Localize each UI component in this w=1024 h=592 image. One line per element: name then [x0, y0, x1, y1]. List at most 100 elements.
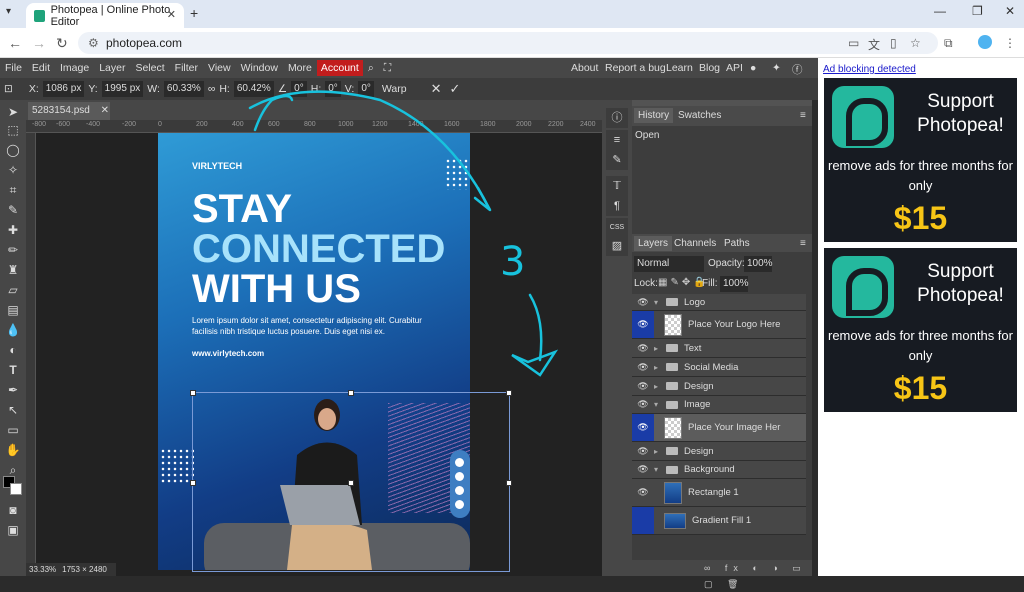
blend-mode-select[interactable]: Normal — [634, 256, 704, 272]
w-field[interactable]: 60.33% — [163, 81, 204, 97]
y-field[interactable]: 1995 px — [101, 81, 144, 97]
reload-icon[interactable]: ↻ — [56, 35, 68, 52]
layer-item[interactable]: Gradient Fill 1 — [632, 507, 806, 535]
menu-image[interactable]: Image — [55, 62, 94, 74]
healing-icon[interactable]: ✚ — [3, 222, 23, 239]
eraser-tool-icon[interactable]: ▱ — [3, 282, 23, 299]
type-tool-icon[interactable]: T — [3, 362, 23, 379]
transform-center-handle[interactable] — [348, 480, 354, 486]
transform-handle[interactable] — [190, 390, 196, 396]
facebook-icon[interactable]: ⓕ — [792, 62, 803, 77]
minimize-button[interactable]: — — [934, 4, 946, 18]
blur-tool-icon[interactable]: 💧 — [3, 322, 23, 339]
layers-menu-icon[interactable]: ≡ — [796, 236, 810, 251]
page-icon[interactable]: ▯ — [890, 36, 897, 50]
tab-layers[interactable]: Layers — [634, 236, 673, 251]
eyedropper-icon[interactable]: ✎ — [3, 202, 23, 219]
expand-arrow-icon[interactable]: ▸ — [654, 382, 666, 391]
layer-item[interactable]: 👁 Rectangle 1 — [632, 479, 806, 507]
screen-mode-icon[interactable]: ▣ — [3, 522, 23, 539]
shape-tool-icon[interactable]: ▭ — [3, 422, 23, 439]
pen-tool-icon[interactable]: ✒ — [3, 382, 23, 399]
menu-select[interactable]: Select — [130, 62, 169, 74]
menu-file[interactable]: File — [0, 62, 27, 74]
menu-more[interactable]: More — [283, 62, 317, 74]
quick-mask-icon[interactable]: ◙ — [3, 502, 23, 519]
expand-arrow-icon[interactable]: ▸ — [654, 363, 666, 372]
forward-icon[interactable]: → — [32, 35, 46, 51]
ad-banner[interactable]: Support Photopea! remove ads for three m… — [824, 78, 1017, 242]
translate-icon[interactable]: 文 — [868, 36, 880, 53]
visibility-eye-icon[interactable]: 👁 — [632, 339, 654, 357]
search-icon[interactable]: ⌕ — [363, 62, 379, 75]
close-tab-icon[interactable]: ✕ — [167, 8, 176, 21]
layers-footer-icons[interactable]: ∞ fx ◐ ◑ ▭ ▢ 🗑 — [632, 560, 812, 589]
layer-group-design[interactable]: 👁 ▸ Design — [632, 377, 806, 396]
warp-button[interactable]: Warp — [382, 83, 407, 95]
lasso-tool-icon[interactable]: ◯ — [3, 142, 23, 159]
gradient-tool-icon[interactable]: ▤ — [3, 302, 23, 319]
visibility-eye-icon[interactable]: 👁 — [632, 294, 654, 310]
menu-blog[interactable]: Blog — [699, 62, 720, 74]
visibility-eye-icon[interactable] — [632, 507, 654, 534]
history-item[interactable]: Open — [635, 130, 659, 141]
angle-field[interactable]: 0° — [291, 81, 307, 97]
transform-handle[interactable] — [506, 390, 512, 396]
close-document-icon[interactable]: ✕ — [101, 105, 109, 116]
new-tab-button[interactable]: + — [190, 5, 198, 21]
brush-tool-icon[interactable]: ✏ — [3, 242, 23, 259]
extensions-icon[interactable]: ⧉ — [944, 36, 953, 51]
x-field[interactable]: 1086 px — [42, 81, 85, 97]
path-select-icon[interactable]: ↖ — [3, 402, 23, 419]
fill-field[interactable]: 100% — [720, 276, 749, 292]
css-icon[interactable]: CSS — [606, 218, 628, 238]
h-field[interactable]: 60.42% — [233, 81, 274, 97]
tab-history[interactable]: History — [634, 108, 674, 123]
background-color-swatch[interactable] — [10, 483, 22, 495]
site-info-icon[interactable]: ⚙ — [88, 32, 99, 54]
magic-wand-icon[interactable]: ✧ — [3, 162, 23, 179]
twitter-icon[interactable]: ✦ — [772, 62, 781, 74]
layer-group-design-2[interactable]: 👁 ▸ Design — [632, 442, 806, 461]
menu-about[interactable]: About — [571, 62, 598, 74]
transform-bounding-box[interactable] — [190, 390, 512, 572]
menu-edit[interactable]: Edit — [27, 62, 55, 74]
character-icon[interactable]: 𝕋 — [606, 176, 628, 196]
visibility-eye-icon[interactable]: 👁 — [632, 479, 654, 506]
profile-avatar[interactable] — [978, 35, 992, 49]
account-button[interactable]: Account — [316, 60, 363, 76]
image-panel-icon[interactable]: ▨ — [606, 236, 628, 256]
move-tool-icon[interactable]: ➤ — [3, 104, 23, 121]
transform-reference-icon[interactable]: ⊡ — [4, 83, 13, 95]
commit-transform-icon[interactable]: ✓ — [450, 81, 461, 97]
bookmark-star-icon[interactable]: ☆ — [910, 36, 921, 50]
document-tab[interactable]: 5283154.psd ✕ — [28, 102, 110, 120]
brush-settings-icon[interactable]: ✎ — [606, 150, 628, 170]
layer-group-logo[interactable]: 👁 ▾ Logo — [632, 294, 806, 311]
url-field[interactable]: ⚙ photopea.com — [78, 32, 938, 54]
transform-handle[interactable] — [506, 480, 512, 486]
browser-menu-icon[interactable]: ⋮ — [1004, 36, 1016, 50]
menu-api[interactable]: API — [726, 62, 743, 74]
visibility-eye-icon[interactable]: 👁 — [632, 377, 654, 395]
expand-arrow-icon[interactable]: ▾ — [654, 465, 666, 474]
visibility-eye-icon[interactable]: 👁 — [632, 414, 654, 441]
maximize-button[interactable]: ❐ — [972, 4, 983, 18]
tab-swatches[interactable]: Swatches — [674, 108, 725, 123]
tab-search-icon[interactable]: ▾ — [6, 6, 11, 17]
reddit-icon[interactable]: ● — [750, 62, 756, 74]
skew-v-field[interactable]: 0° — [358, 81, 374, 97]
browser-tab[interactable]: Photopea | Online Photo Editor ✕ — [26, 3, 184, 28]
layer-group-social[interactable]: 👁 ▸ Social Media — [632, 358, 806, 377]
ad-blocking-link[interactable]: Ad blocking detected — [823, 64, 916, 75]
info-icon[interactable]: ⓘ — [606, 108, 628, 128]
visibility-eye-icon[interactable]: 👁 — [632, 396, 654, 413]
stamp-tool-icon[interactable]: ♜ — [3, 262, 23, 279]
menu-window[interactable]: Window — [236, 62, 283, 74]
hand-tool-icon[interactable]: ✋ — [3, 442, 23, 459]
expand-arrow-icon[interactable]: ▾ — [654, 298, 666, 307]
dodge-tool-icon[interactable]: ◐ — [3, 342, 23, 359]
menu-filter[interactable]: Filter — [170, 62, 203, 74]
panel-menu-icon[interactable]: ≡ — [796, 108, 810, 123]
opacity-field[interactable]: 100% — [744, 256, 773, 272]
